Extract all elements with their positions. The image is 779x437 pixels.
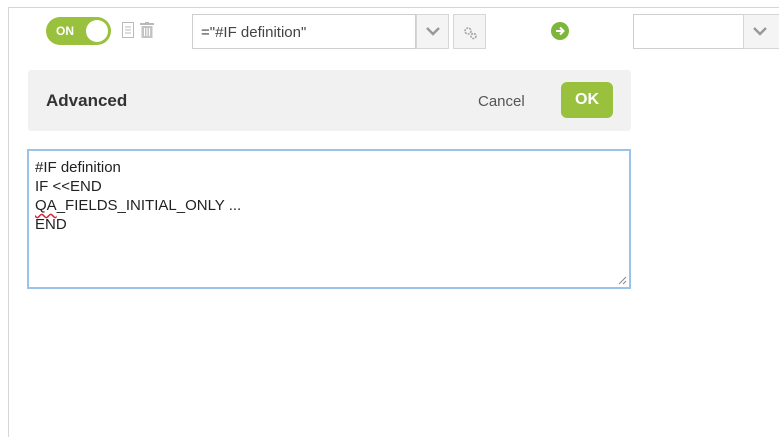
frame-left-border (8, 7, 9, 437)
code-line-1: #IF definition (35, 159, 121, 176)
advanced-panel: Advanced Cancel OK (28, 70, 631, 131)
formula-dropdown-button[interactable] (416, 14, 449, 49)
formula-input[interactable]: ="#IF definition" (192, 14, 416, 49)
code-line-3: QA_FIELDS_INITIAL_ONLY ... (35, 196, 623, 215)
chevron-down-icon (753, 27, 767, 36)
code-line-2: IF <<END (35, 178, 102, 195)
gears-icon (464, 27, 477, 40)
definition-textarea[interactable]: #IF definition IF <<END QA_FIELDS_INITIA… (27, 149, 631, 289)
target-select-dropdown-button[interactable] (743, 14, 779, 49)
resize-grip-icon[interactable] (618, 276, 627, 285)
chevron-down-icon (426, 27, 440, 36)
trash-icon[interactable] (140, 22, 154, 38)
frame-top-border (8, 7, 779, 8)
toggle-label: ON (56, 24, 74, 38)
arrow-right-circle-icon[interactable] (551, 22, 569, 40)
spellcheck-word: QA (35, 197, 57, 214)
on-off-toggle[interactable]: ON (46, 17, 111, 45)
target-select[interactable] (633, 14, 744, 49)
advanced-title: Advanced (46, 91, 128, 110)
code-line-4: END (35, 216, 67, 233)
code-line-3-rest: _FIELDS_INITIAL_ONLY ... (56, 197, 242, 214)
ok-button[interactable]: OK (561, 82, 613, 118)
settings-button[interactable] (453, 14, 486, 49)
cancel-button[interactable]: Cancel (478, 93, 525, 110)
toggle-knob (86, 20, 108, 42)
copy-icon[interactable] (122, 22, 134, 38)
